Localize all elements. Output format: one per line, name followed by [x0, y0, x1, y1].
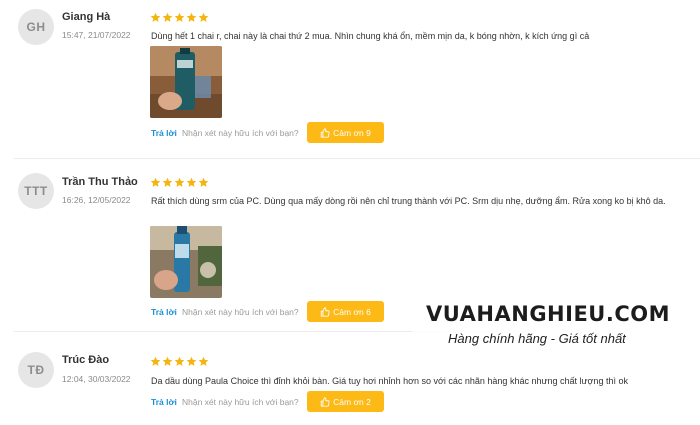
thanks-label: Cảm ơn 9: [333, 127, 371, 138]
star-icon: [186, 12, 197, 22]
star-icon: [198, 12, 209, 22]
star-icon: [162, 12, 173, 22]
reply-link[interactable]: Trả lời: [151, 397, 177, 407]
author-name: Giang Hà: [62, 11, 111, 23]
star-icon: [198, 356, 209, 366]
reply-link[interactable]: Trả lời: [151, 128, 177, 138]
star-icon: [186, 356, 197, 366]
author-name: Trần Thu Thảo: [62, 176, 138, 188]
thanks-button[interactable]: Cảm ơn 9: [307, 122, 384, 143]
helpful-question: Nhận xét này hữu ích với bạn?: [182, 397, 299, 407]
star-icon: [186, 177, 197, 187]
helpful-question: Nhận xét này hữu ích với bạn?: [182, 307, 299, 317]
avatar: TTT: [18, 173, 54, 209]
thumbs-up-icon: [320, 306, 330, 317]
thanks-label: Cảm ơn 6: [333, 306, 371, 317]
review-time: 16:26, 12/05/2022: [62, 195, 131, 205]
helpful-question: Nhận xét này hữu ích với bạn?: [182, 128, 299, 138]
star-icon: [162, 356, 173, 366]
review-photo[interactable]: [150, 46, 222, 118]
watermark-brand: VUAHANGHIEU.COM: [426, 302, 670, 326]
review-time: 15:47, 21/07/2022: [62, 30, 131, 40]
thanks-button[interactable]: Cảm ơn 2: [307, 391, 384, 412]
star-icon: [174, 12, 185, 22]
star-icon: [174, 177, 185, 187]
thanks-button[interactable]: Cảm ơn 6: [307, 301, 384, 322]
star-icon: [174, 356, 185, 366]
review-text: Da dầu dùng Paula Choice thì đỉnh khỏi b…: [151, 376, 628, 386]
review-time: 12:04, 30/03/2022: [62, 374, 131, 384]
watermark: VUAHANGHIEU.COM Hàng chính hãng - Giá tố…: [412, 296, 700, 366]
review-text: Rất thích dùng srm của PC. Dùng qua mấy …: [151, 196, 666, 206]
review-photo[interactable]: [150, 226, 222, 298]
star-icon: [150, 177, 161, 187]
thumbs-up-icon: [320, 396, 330, 407]
avatar: GH: [18, 9, 54, 45]
star-icon: [198, 177, 209, 187]
star-rating: [150, 12, 209, 23]
review-item: GH Giang Hà 15:47, 21/07/2022 Dùng hết 1…: [0, 0, 700, 158]
star-icon: [162, 177, 173, 187]
author-name: Trúc Đào: [62, 354, 110, 366]
reply-link[interactable]: Trả lời: [151, 307, 177, 317]
star-rating: [150, 356, 209, 367]
star-icon: [150, 356, 161, 366]
watermark-slogan: Hàng chính hãng - Giá tốt nhất: [448, 331, 626, 346]
thumbs-up-icon: [320, 127, 330, 138]
star-rating: [150, 177, 209, 188]
star-icon: [150, 12, 161, 22]
thanks-label: Cảm ơn 2: [333, 396, 371, 407]
review-text: Dùng hết 1 chai r, chai này là chai thứ …: [151, 31, 590, 41]
avatar: TĐ: [18, 352, 54, 388]
